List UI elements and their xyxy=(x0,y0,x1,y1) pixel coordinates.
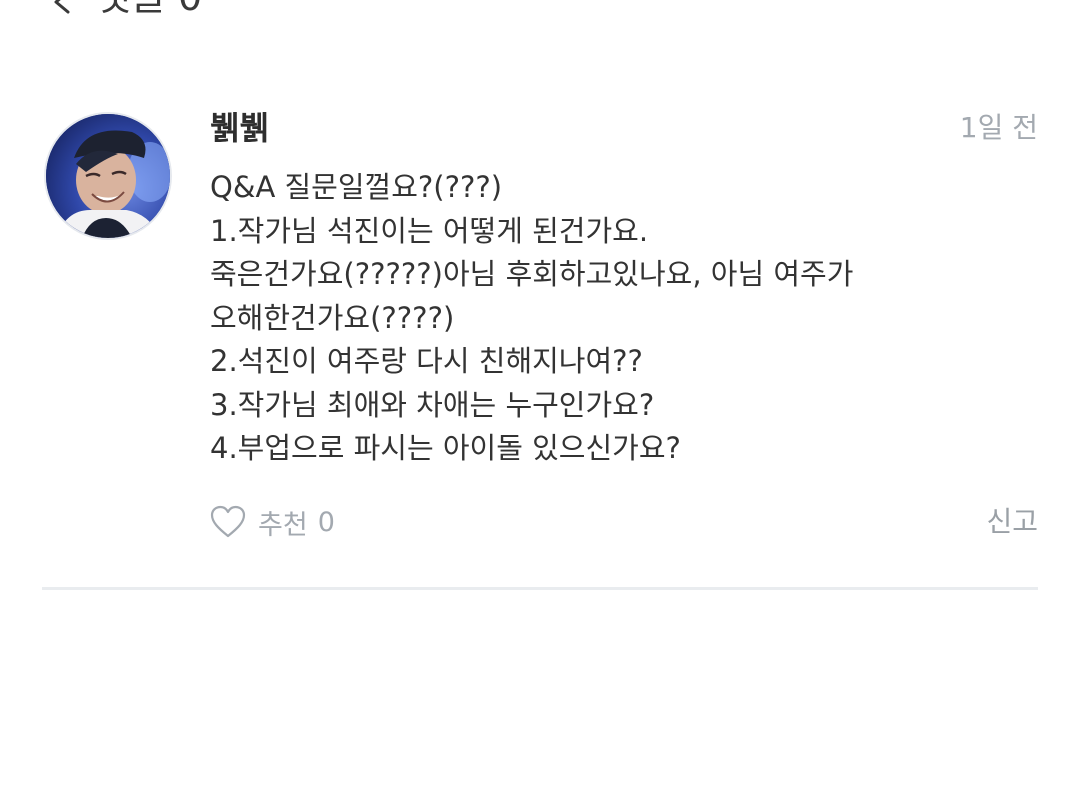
comment-time: 1일 전 xyxy=(959,111,1038,144)
report-button[interactable]: 신고 xyxy=(986,502,1038,542)
comment-line: Q&A 질문일껄요?(???) xyxy=(210,170,503,204)
comment-line: 죽은건가요(?????)아님 후회하고있나요, 아님 여주가 xyxy=(210,257,854,291)
like-label: 추천 xyxy=(258,509,308,541)
like-button[interactable]: 추천 0 xyxy=(208,500,335,544)
top-bar: 댓글 0 xyxy=(0,0,1080,20)
comment-line: 오해한건가요(????) xyxy=(210,300,455,335)
comment-line: 1.작가님 석진이는 어떻게 된건가요. xyxy=(210,213,649,248)
divider xyxy=(42,587,1038,590)
like-count: 0 xyxy=(317,506,335,538)
page-title: 댓글 0 xyxy=(96,0,202,16)
comment-line: 2.석진이 여주랑 다시 친해지나여?? xyxy=(210,344,643,378)
avatar-image xyxy=(46,114,170,238)
comment-author[interactable]: 뷁뷁 xyxy=(210,108,269,148)
heart-outline-icon xyxy=(210,505,246,538)
comment-body: Q&A 질문일껄요?(???) 1.작가님 석진이는 어떻게 된건가요. 죽은건… xyxy=(210,166,1010,471)
chevron-left-icon[interactable] xyxy=(48,0,76,16)
avatar[interactable] xyxy=(44,112,172,240)
comment-line: 4.부업으로 파시는 아이돌 있으신가요? xyxy=(210,431,681,465)
comment-line: 3.작가님 최애와 차애는 누구인가요? xyxy=(210,387,655,422)
